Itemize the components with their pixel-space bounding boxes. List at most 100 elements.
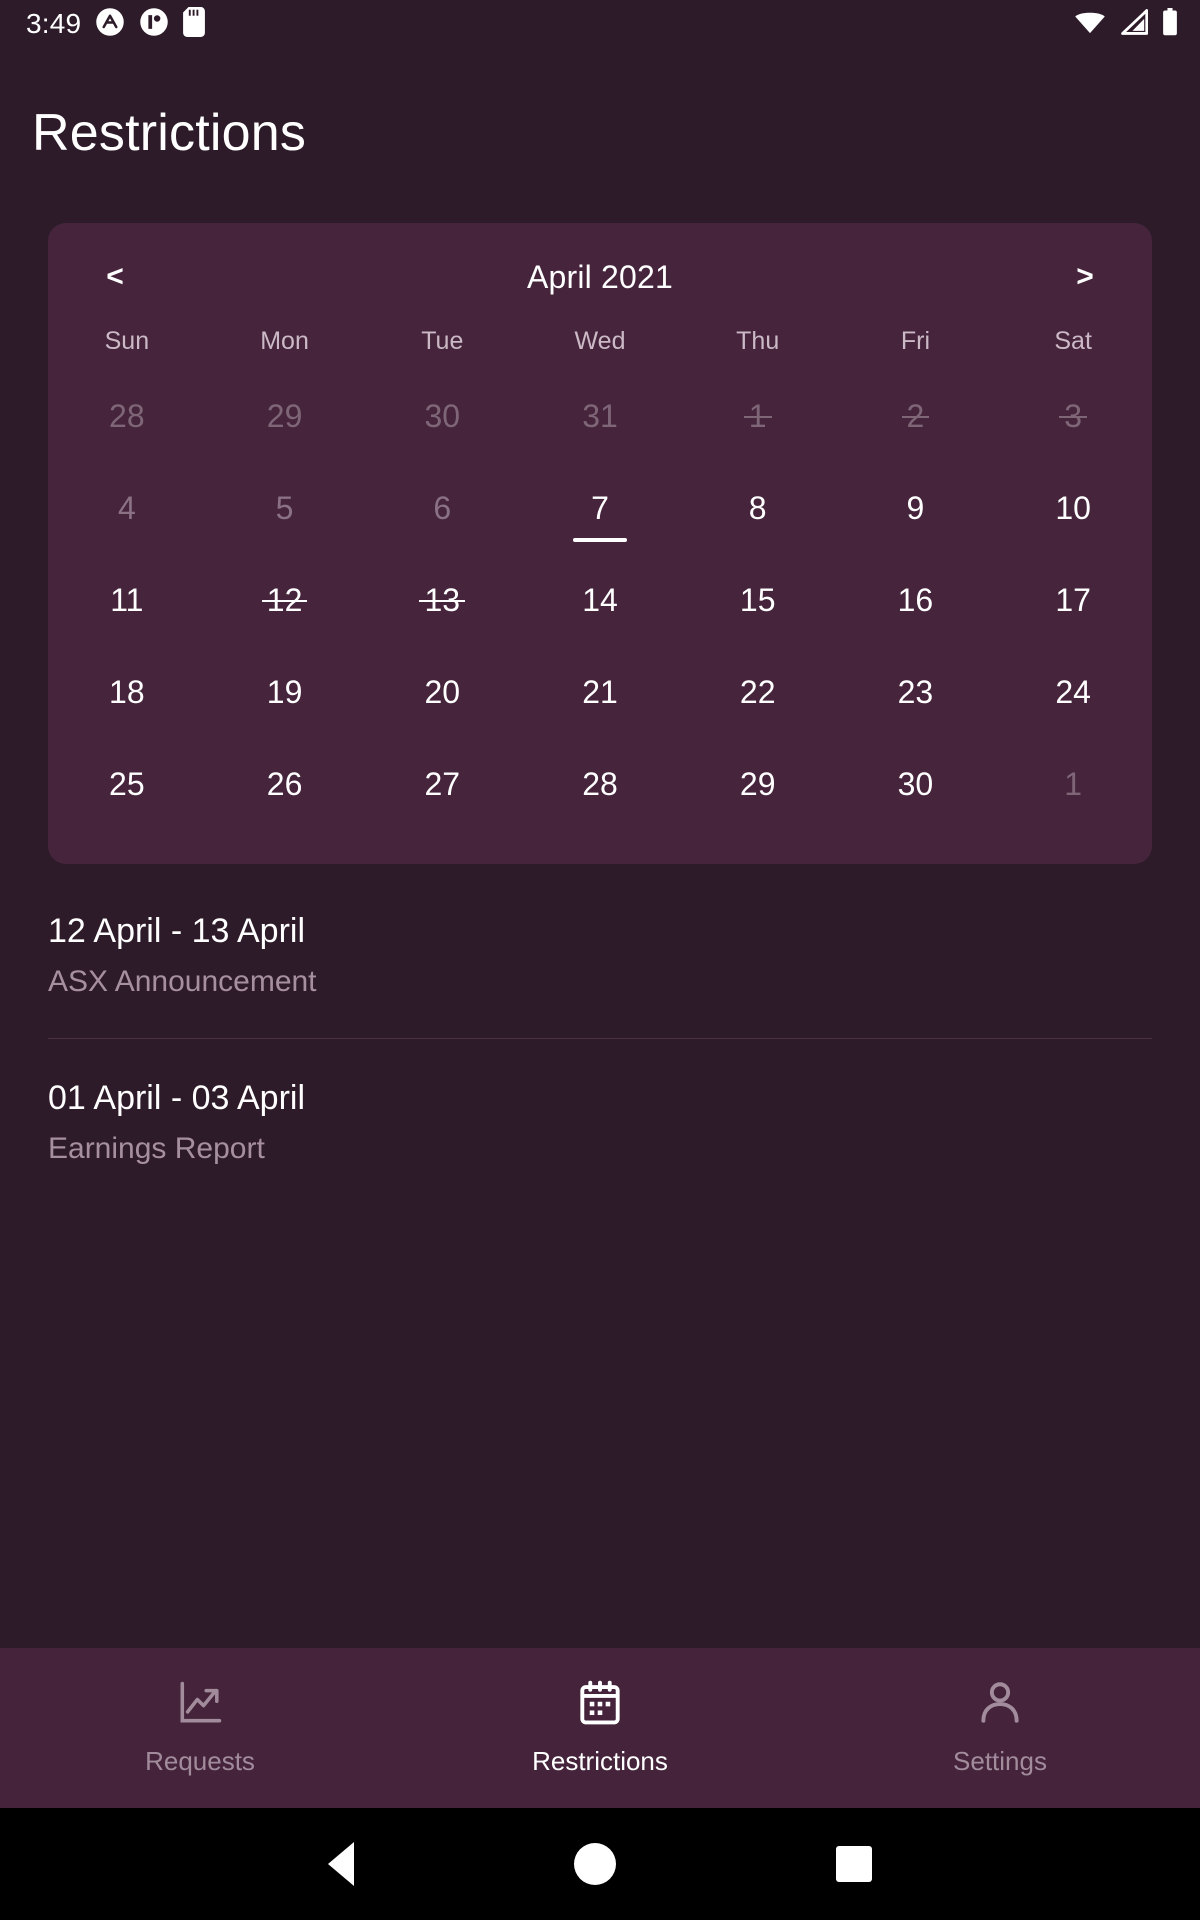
nav-item-restrictions[interactable]: Restrictions — [400, 1680, 800, 1777]
status-bar: 3:49 — [0, 0, 1200, 48]
calendar-day-cell[interactable]: 10 — [994, 462, 1152, 554]
calendar-day-number: 17 — [1055, 582, 1091, 618]
calendar-day-cell[interactable]: 26 — [206, 738, 364, 830]
calendar-day-number: 21 — [582, 674, 618, 710]
calendar-day-cell[interactable]: 6 — [363, 462, 521, 554]
calendar-day-number: 28 — [109, 398, 145, 434]
calendar-day-number: 30 — [424, 398, 461, 434]
calendar-day-number: 16 — [897, 582, 934, 618]
calendar-day-grid: 28 29 30 31 1 2 3 4 5 6 7 8 9 10 11 12 13 14 15 16 17 18 19 20 2… — [48, 370, 1152, 830]
restriction-list-item[interactable]: 12 April - 13 April ASX Announcement — [48, 912, 1152, 1000]
calendar-day-number: 25 — [109, 766, 145, 802]
calendar-card: < April 2021 > Sun Mon Tue Wed Thu Fri Sat 28 2… — [48, 223, 1152, 864]
weekday-header: Sun — [104, 327, 150, 355]
calendar-day-cell[interactable]: 30 — [837, 738, 995, 830]
calendar-icon — [578, 1680, 622, 1726]
calendar-day-number: 14 — [582, 582, 618, 618]
calendar-day-cell[interactable]: 9 — [837, 462, 995, 554]
calendar-day-cell[interactable]: 28 — [521, 738, 679, 830]
person-icon — [977, 1680, 1023, 1726]
restriction-type: ASX Announcement — [48, 965, 317, 999]
calendar-day-cell[interactable]: 11 — [48, 554, 206, 646]
calendar-day-cell[interactable]: 17 — [994, 554, 1152, 646]
title-bar: Restrictions — [0, 48, 1200, 163]
calendar-day-cell[interactable]: 27 — [363, 738, 521, 830]
main-content: < April 2021 > Sun Mon Tue Wed Thu Fri Sat 28 2… — [0, 163, 1200, 1648]
restriction-list-item[interactable]: 01 April - 03 April Earnings Report — [48, 1079, 1152, 1167]
calendar-day-cell[interactable]: 15 — [679, 554, 837, 646]
calendar-day-number: 28 — [582, 766, 618, 802]
calendar-day-number: 18 — [109, 674, 145, 710]
app-screen: 3:49 Restrictions < April 2021 > Sun Mon… — [0, 0, 1200, 1920]
calendar-day-cell[interactable]: 12 — [206, 554, 364, 646]
weekday-header: Fri — [900, 327, 930, 355]
calendar-day-cell[interactable]: 29 — [679, 738, 837, 830]
calendar-day-cell[interactable]: 14 — [521, 554, 679, 646]
page-title: Restrictions — [32, 104, 307, 162]
calendar-day-cell[interactable]: 31 — [521, 370, 679, 462]
calendar-month-label: April 2021 — [526, 258, 674, 295]
weekday-header: Mon — [260, 327, 309, 355]
restriction-type: Earnings Report — [48, 1131, 265, 1165]
prev-month-button[interactable]: < — [88, 250, 142, 304]
restriction-date-range: 12 April - 13 April — [48, 912, 306, 950]
wifi-icon — [1074, 9, 1106, 40]
calendar-day-number: 5 — [275, 490, 294, 526]
calendar-day-number: 11 — [110, 582, 144, 618]
calendar-day-cell[interactable]: 13 — [363, 554, 521, 646]
restriction-date-range: 01 April - 03 April — [48, 1078, 306, 1117]
weekday-header: Wed — [574, 327, 626, 355]
calendar-day-cell[interactable]: 28 — [48, 370, 206, 462]
calendar-day-number: 23 — [897, 674, 934, 710]
status-bar-right — [1074, 7, 1178, 41]
calendar-day-number: 26 — [266, 766, 303, 802]
calendar-day-number: 29 — [266, 398, 303, 434]
calendar-day-number: 20 — [424, 674, 461, 710]
calendar-day-cell[interactable]: 2 — [837, 370, 995, 462]
calendar-day-cell[interactable]: 16 — [837, 554, 995, 646]
back-triangle-icon[interactable] — [328, 1842, 354, 1886]
calendar-day-number: 10 — [1055, 490, 1091, 526]
nav-item-settings[interactable]: Settings — [800, 1680, 1200, 1777]
weekday-header: Tue — [421, 327, 464, 355]
next-month-button[interactable]: > — [1058, 250, 1112, 304]
bottom-navigation: Requests Restrictions Settings — [0, 1648, 1200, 1808]
cell-signal-icon — [1120, 8, 1149, 40]
nav-item-requests[interactable]: Requests — [0, 1680, 400, 1777]
nav-label-settings: Settings — [953, 1745, 1047, 1776]
calendar-day-cell[interactable]: 3 — [994, 370, 1152, 462]
home-circle-icon[interactable] — [574, 1843, 616, 1885]
weekday-header-row: Sun Mon Tue Wed Thu Fri Sat — [48, 305, 1152, 370]
calendar-day-cell[interactable]: 29 — [206, 370, 364, 462]
calendar-day-number: 8 — [748, 490, 767, 526]
calendar-day-cell[interactable]: 19 — [206, 646, 364, 738]
calendar-day-cell[interactable]: 24 — [994, 646, 1152, 738]
calendar-day-cell[interactable]: 18 — [48, 646, 206, 738]
calendar-day-cell[interactable]: 30 — [363, 370, 521, 462]
nav-label-requests: Requests — [145, 1745, 255, 1776]
calendar-day-number: 19 — [266, 674, 303, 710]
calendar-day-cell[interactable]: 20 — [363, 646, 521, 738]
calendar-day-cell[interactable]: 4 — [48, 462, 206, 554]
appa-circle-icon — [95, 7, 125, 42]
weekday-header: Thu — [736, 327, 780, 355]
calendar-day-number: 13 — [419, 582, 465, 618]
nav-label-restrictions: Restrictions — [532, 1745, 668, 1776]
calendar-day-number: 3 — [1059, 398, 1087, 434]
calendar-header: < April 2021 > — [48, 249, 1152, 305]
calendar-day-cell[interactable]: 1 — [994, 738, 1152, 830]
calendar-day-cell[interactable]: 25 — [48, 738, 206, 830]
calendar-day-cell[interactable]: 21 — [521, 646, 679, 738]
calendar-day-cell[interactable]: 22 — [679, 646, 837, 738]
recents-square-icon[interactable] — [836, 1846, 872, 1882]
calendar-day-cell[interactable]: 1 — [679, 370, 837, 462]
calendar-day-cell[interactable]: 5 — [206, 462, 364, 554]
calendar-day-cell[interactable]: 7 — [521, 462, 679, 554]
calendar-day-number: 30 — [897, 766, 934, 802]
calendar-day-cell[interactable]: 8 — [679, 462, 837, 554]
restriction-list: 12 April - 13 April ASX Announcement 01 Ap… — [48, 912, 1152, 1166]
calendar-day-number: 4 — [117, 490, 136, 526]
calendar-day-number: 9 — [906, 490, 925, 526]
calendar-day-cell[interactable]: 23 — [837, 646, 995, 738]
